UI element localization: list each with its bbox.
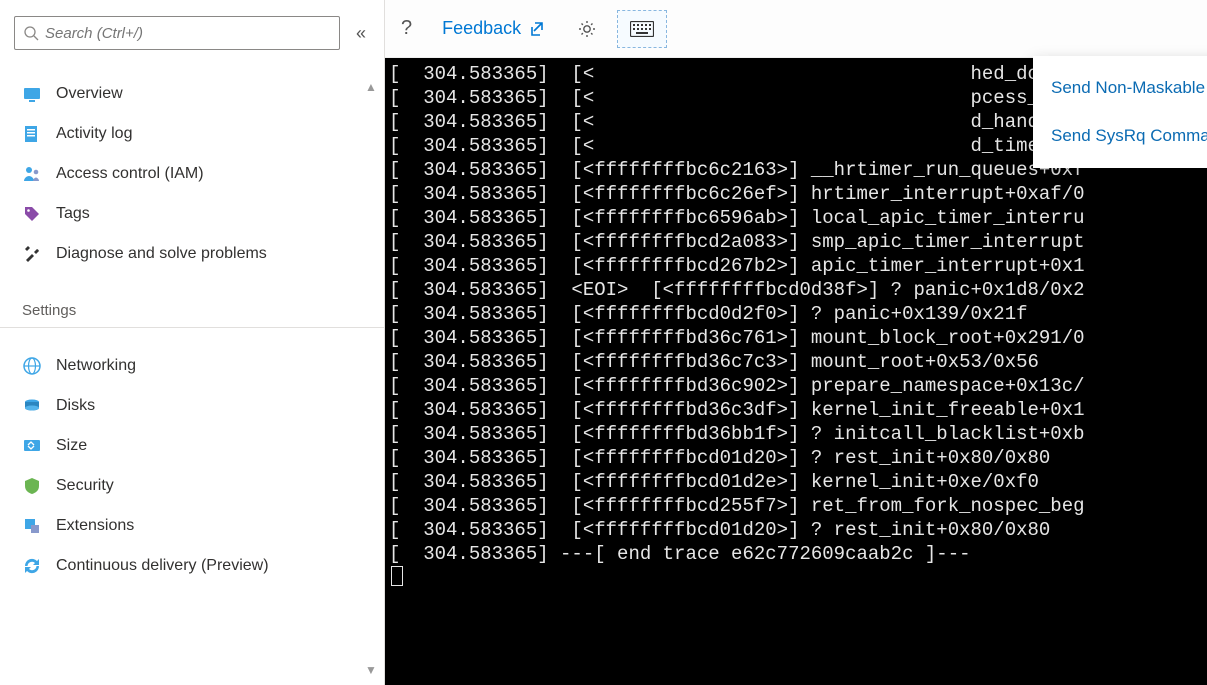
dropdown-item-sysrq[interactable]: Send SysRq Command bbox=[1033, 112, 1207, 160]
cursor-icon bbox=[391, 566, 403, 586]
sidebar-settings-item-cd[interactable]: Continuous delivery (Preview) bbox=[14, 546, 370, 586]
nav-item-label: Security bbox=[56, 477, 114, 495]
nav-item-label: Size bbox=[56, 437, 87, 455]
feedback-button[interactable]: Feedback bbox=[432, 10, 557, 47]
log-icon bbox=[22, 124, 42, 144]
settings-section-label: Settings bbox=[0, 284, 384, 328]
search-icon bbox=[23, 25, 39, 41]
tools-icon bbox=[22, 244, 42, 264]
disks-icon bbox=[22, 396, 42, 416]
console-line: [ 304.583365] <EOI> [<ffffffffbcd0d38f>]… bbox=[389, 278, 1207, 302]
gear-icon bbox=[577, 19, 597, 39]
scrollbar-down-icon[interactable]: ▼ bbox=[364, 663, 378, 677]
cd-icon bbox=[22, 556, 42, 576]
settings-button[interactable] bbox=[567, 11, 607, 47]
sidebar-settings-item-network[interactable]: Networking bbox=[14, 346, 370, 386]
nav-item-label: Access control (IAM) bbox=[56, 165, 204, 183]
console-line: [ 304.583365] [<ffffffffbd36c761>] mount… bbox=[389, 326, 1207, 350]
main-panel: ? Feedback [ 304.583365] [< hed_do_timer… bbox=[385, 0, 1207, 685]
feedback-label: Feedback bbox=[442, 18, 521, 39]
console-line: [ 304.583365] ---[ end trace e62c772609c… bbox=[389, 542, 1207, 566]
security-icon bbox=[22, 476, 42, 496]
console-line: [ 304.583365] [<ffffffffbcd267b2>] apic_… bbox=[389, 254, 1207, 278]
collapse-sidebar-button[interactable]: « bbox=[352, 19, 370, 48]
console-line: [ 304.583365] [<ffffffffbcd2a083>] smp_a… bbox=[389, 230, 1207, 254]
console-line: [ 304.583365] [<ffffffffbcd0d2f0>] ? pan… bbox=[389, 302, 1207, 326]
console-line: [ 304.583365] [<ffffffffbcd01d2e>] kerne… bbox=[389, 470, 1207, 494]
sidebar-item-iam[interactable]: Access control (IAM) bbox=[14, 154, 370, 194]
external-link-icon bbox=[529, 20, 547, 38]
iam-icon bbox=[22, 164, 42, 184]
console-line: [ 304.583365] [<ffffffffbd36c7c3>] mount… bbox=[389, 350, 1207, 374]
nav-item-label: Networking bbox=[56, 357, 136, 375]
console-line: [ 304.583365] [<ffffffffbd36c3df>] kerne… bbox=[389, 398, 1207, 422]
console-line: [ 304.583365] [<ffffffffbd36bb1f>] ? ini… bbox=[389, 422, 1207, 446]
size-icon bbox=[22, 436, 42, 456]
search-input[interactable] bbox=[45, 25, 331, 42]
serial-console-commands-button[interactable] bbox=[617, 10, 667, 48]
network-icon bbox=[22, 356, 42, 376]
dropdown-item-nmi[interactable]: Send Non-Maskable Interrupt (NMI) bbox=[1033, 64, 1207, 112]
console-line: [ 304.583365] [<ffffffffbcd01d20>] ? res… bbox=[389, 518, 1207, 542]
sidebar-settings-item-disks[interactable]: Disks bbox=[14, 386, 370, 426]
keyboard-icon bbox=[630, 21, 654, 37]
nav-item-label: Tags bbox=[56, 205, 90, 223]
console-line: [ 304.583365] [<ffffffffbcd255f7>] ret_f… bbox=[389, 494, 1207, 518]
sidebar: « ▲ OverviewActivity logAccess control (… bbox=[0, 0, 385, 685]
extensions-icon bbox=[22, 516, 42, 536]
nav-item-label: Continuous delivery (Preview) bbox=[56, 557, 269, 575]
console-commands-dropdown: Send Non-Maskable Interrupt (NMI) Send S… bbox=[1033, 56, 1207, 168]
nav-item-label: Overview bbox=[56, 85, 123, 103]
overview-icon bbox=[22, 84, 42, 104]
sidebar-item-overview[interactable]: Overview bbox=[14, 74, 370, 114]
sidebar-settings-item-security[interactable]: Security bbox=[14, 466, 370, 506]
console-line: [ 304.583365] [<ffffffffbcd01d20>] ? res… bbox=[389, 446, 1207, 470]
sidebar-settings-item-size[interactable]: Size bbox=[14, 426, 370, 466]
search-box[interactable] bbox=[14, 16, 340, 50]
tag-icon bbox=[22, 204, 42, 224]
help-button[interactable]: ? bbox=[391, 9, 422, 48]
nav-item-label: Disks bbox=[56, 397, 95, 415]
sidebar-item-tag[interactable]: Tags bbox=[14, 194, 370, 234]
toolbar: ? Feedback bbox=[385, 0, 1207, 58]
nav-item-label: Diagnose and solve problems bbox=[56, 245, 267, 263]
console-line: [ 304.583365] [<ffffffffbc6c26ef>] hrtim… bbox=[389, 182, 1207, 206]
nav-item-label: Extensions bbox=[56, 517, 134, 535]
sidebar-item-log[interactable]: Activity log bbox=[14, 114, 370, 154]
sidebar-item-tools[interactable]: Diagnose and solve problems bbox=[14, 234, 370, 274]
console-line: [ 304.583365] [<ffffffffbc6596ab>] local… bbox=[389, 206, 1207, 230]
sidebar-settings-item-extensions[interactable]: Extensions bbox=[14, 506, 370, 546]
console-line: [ 304.583365] [<ffffffffbd36c902>] prepa… bbox=[389, 374, 1207, 398]
nav-item-label: Activity log bbox=[56, 125, 132, 143]
